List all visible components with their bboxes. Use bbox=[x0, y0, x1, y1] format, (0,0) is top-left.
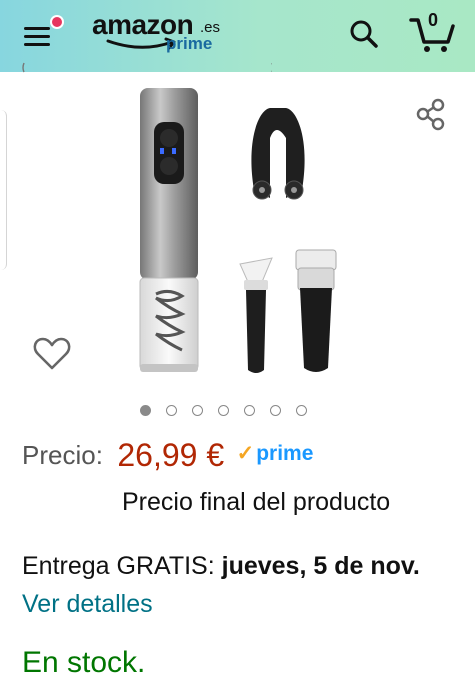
product-photo bbox=[139, 88, 337, 373]
hamburger-bar bbox=[24, 43, 50, 46]
cut-off-title bbox=[22, 62, 272, 76]
cart-count: 0 bbox=[428, 10, 439, 30]
carousel-dot[interactable] bbox=[270, 405, 281, 416]
search-icon bbox=[350, 20, 378, 48]
add-to-wishlist-button[interactable] bbox=[32, 336, 72, 372]
image-carousel-indicator bbox=[140, 405, 322, 425]
prime-badge: ✓prime bbox=[237, 441, 314, 466]
hamburger-menu-button[interactable] bbox=[24, 15, 64, 50]
carousel-dot[interactable] bbox=[192, 405, 203, 416]
delivery-info: Entrega GRATIS: jueves, 5 de nov. Ver de… bbox=[22, 547, 462, 623]
heart-icon bbox=[33, 337, 71, 370]
prime-label: prime bbox=[256, 442, 314, 465]
delivery-date: jueves, 5 de nov. bbox=[221, 552, 420, 580]
hamburger-menu-icon bbox=[24, 27, 50, 30]
product-image[interactable] bbox=[120, 82, 360, 382]
search-button[interactable] bbox=[348, 18, 380, 50]
notification-dot bbox=[50, 15, 64, 29]
price-row: Precio: 26,99 € ✓prime bbox=[22, 437, 313, 477]
final-price-note: Precio final del producto bbox=[122, 488, 391, 516]
delivery-details-link[interactable]: Ver detalles bbox=[22, 590, 153, 618]
prime-check-icon: ✓ bbox=[236, 442, 255, 465]
cut-off-glyphs bbox=[22, 62, 272, 73]
carousel-dot[interactable] bbox=[140, 405, 151, 416]
carousel-dot[interactable] bbox=[244, 405, 255, 416]
carousel-dot[interactable] bbox=[218, 405, 229, 416]
logo-prime: prime bbox=[166, 34, 213, 53]
share-button[interactable] bbox=[414, 97, 450, 133]
amazon-prime-logo[interactable]: amazon .es prime bbox=[92, 9, 222, 61]
price-value: 26,99 € bbox=[117, 437, 225, 473]
cart-button[interactable]: 0 bbox=[408, 10, 456, 54]
carousel-dot[interactable] bbox=[296, 405, 307, 416]
delivery-prefix: Entrega GRATIS: bbox=[22, 552, 215, 580]
share-icon bbox=[416, 98, 445, 131]
hamburger-bar bbox=[24, 35, 50, 38]
stock-status: En stock. bbox=[22, 646, 146, 679]
carousel-dot[interactable] bbox=[166, 405, 177, 416]
previous-image-edge bbox=[0, 110, 7, 270]
price-label: Precio: bbox=[22, 440, 103, 470]
